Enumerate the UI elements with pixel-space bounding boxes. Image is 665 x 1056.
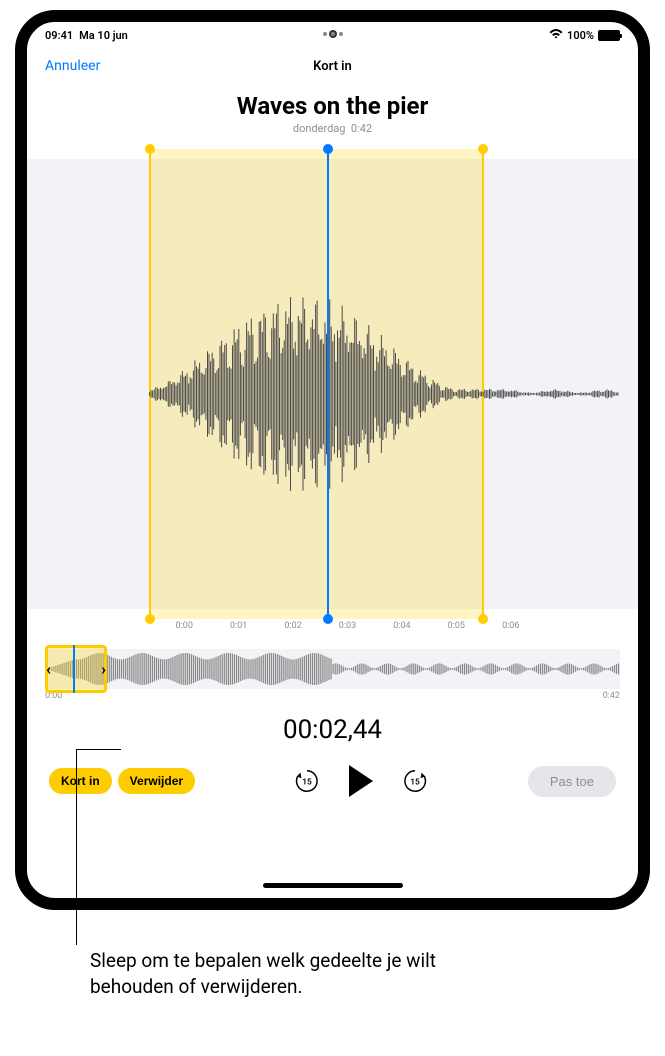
battery-icon: [598, 30, 620, 41]
trim-handle-start-top[interactable]: [145, 144, 155, 154]
ipad-frame: 09:41 Ma 10 jun 100% Annuleer Kort in Wa…: [15, 10, 650, 910]
overview-graphic: [45, 649, 620, 689]
status-time: 09:41: [45, 29, 73, 42]
controls-row: Kort in Verwijder 15 15 Pas toe: [27, 745, 638, 817]
recording-header: Waves on the pier donderdag 0:42: [27, 82, 638, 141]
overview-times: 0:00 0:42: [27, 689, 638, 701]
skip-back-15-button[interactable]: 15: [293, 767, 321, 795]
home-indicator[interactable]: [263, 883, 403, 888]
cancel-button[interactable]: Annuleer: [45, 58, 100, 74]
time-axis: 0:00 0:01 0:02 0:03 0:04 0:05 0:06: [27, 621, 638, 631]
waveform-detail[interactable]: 0:00 0:01 0:02 0:03 0:04 0:05 0:06: [27, 149, 638, 639]
delete-button[interactable]: Verwijder: [118, 768, 195, 794]
status-bar: 09:41 Ma 10 jun 100%: [27, 22, 638, 44]
playhead[interactable]: [327, 149, 329, 619]
multitask-indicator[interactable]: [323, 32, 343, 36]
nav-title: Kort in: [313, 59, 352, 74]
skip-forward-15-button[interactable]: 15: [401, 767, 429, 795]
trim-handle-end-top[interactable]: [478, 144, 488, 154]
apply-button[interactable]: Pas toe: [528, 766, 616, 797]
trim-button[interactable]: Kort in: [49, 768, 112, 794]
waveform-graphic: [149, 294, 619, 494]
svg-text:15: 15: [303, 778, 313, 788]
svg-text:15: 15: [411, 778, 421, 788]
recording-meta: donderdag 0:42: [27, 122, 638, 135]
waveform-overview[interactable]: [45, 649, 620, 689]
nav-bar: Annuleer Kort in: [27, 44, 638, 82]
callout-leader-line: [76, 750, 77, 945]
wifi-icon: [549, 28, 563, 42]
callout-text: Sleep om te bepalen welk gedeelte je wil…: [90, 948, 450, 999]
battery-percent: 100%: [567, 29, 594, 42]
status-date: Ma 10 jun: [79, 29, 128, 42]
play-button[interactable]: [349, 765, 373, 797]
current-time: 00:02,44: [27, 715, 638, 745]
recording-title: Waves on the pier: [27, 92, 638, 120]
overview-trim-region[interactable]: [45, 645, 107, 693]
overview-playhead[interactable]: [73, 645, 75, 693]
